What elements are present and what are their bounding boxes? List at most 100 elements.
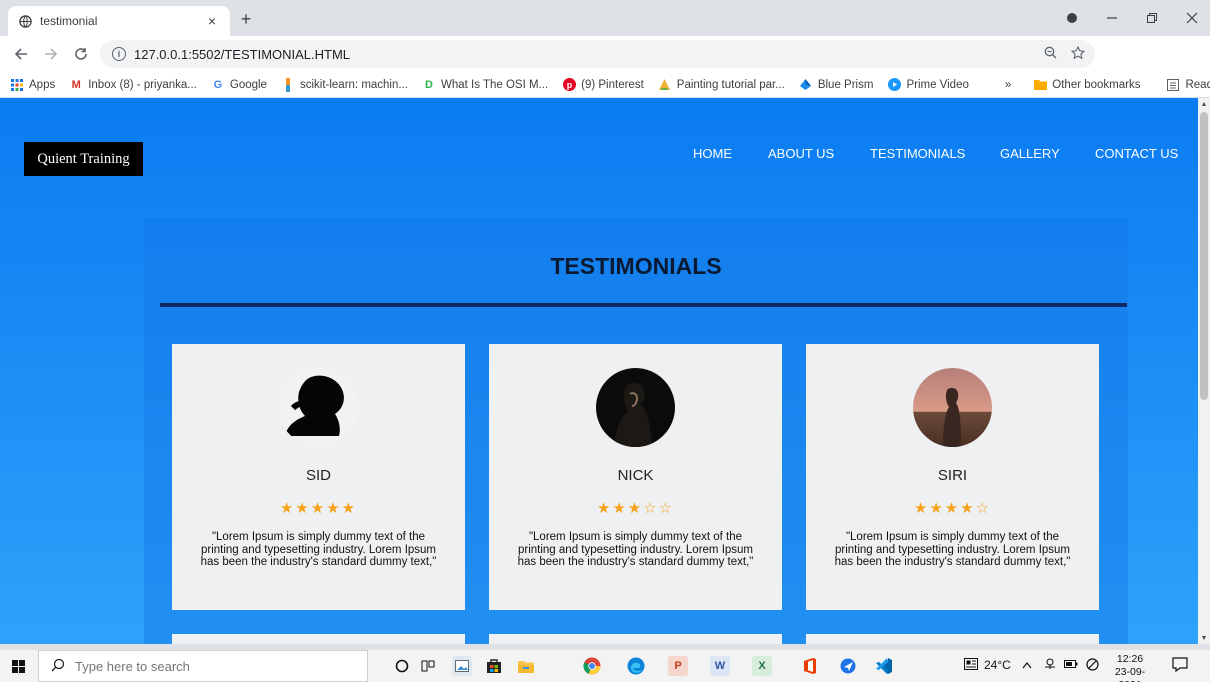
office-icon[interactable]: [800, 656, 820, 676]
back-arrow-icon[interactable]: [8, 41, 34, 67]
browser-tab[interactable]: testimonial ×: [8, 6, 230, 36]
gmail-icon: M: [71, 78, 81, 91]
clock-time: 12:26: [1116, 653, 1144, 665]
news-widget-icon[interactable]: [964, 658, 978, 673]
reload-icon[interactable]: [68, 41, 94, 67]
star-empty-icon: ☆☆: [643, 500, 675, 517]
avatar: [279, 368, 358, 447]
file-explorer-icon[interactable]: [516, 656, 536, 676]
reviewer-name: SID: [305, 467, 331, 484]
google-icon: G: [213, 78, 223, 91]
bookmarks-overflow-button[interactable]: »: [1005, 79, 1011, 91]
section-title: TESTIMONIALS: [550, 253, 722, 279]
word-icon[interactable]: W: [710, 656, 730, 676]
restore-icon[interactable]: [1138, 8, 1166, 28]
reading-list-button[interactable]: Reading list: [1166, 78, 1210, 92]
star-rating: ★★★★★: [172, 499, 465, 517]
browser-toolbar: i: [0, 36, 1210, 99]
tab-close-icon[interactable]: ×: [204, 13, 220, 29]
bookmark-label: What Is The OSI M...: [440, 78, 549, 91]
bookmark-scikit[interactable]: scikit-learn: machin...: [281, 77, 408, 92]
star-empty-icon: ☆: [975, 500, 992, 517]
nav-about-us[interactable]: ABOUT US: [768, 146, 834, 161]
bookmark-label: Blue Prism: [817, 78, 874, 91]
bookmark-star-icon[interactable]: [1070, 45, 1086, 63]
bookmark-google[interactable]: G Google: [211, 78, 267, 92]
page-viewport: Quient Training HOME ABOUT US TESTIMONIA…: [0, 98, 1198, 644]
taskbar-clock[interactable]: 12:26 23-09-2021: [1106, 653, 1154, 682]
photos-app-icon[interactable]: [452, 656, 472, 676]
spark-app-icon[interactable]: [838, 656, 858, 676]
star-rating: ★★★☆☆: [489, 499, 782, 517]
painting-icon: [658, 78, 672, 92]
bookmark-label: scikit-learn: machin...: [299, 78, 408, 91]
bookmark-painting[interactable]: Painting tutorial par...: [658, 78, 785, 92]
apps-grid-icon: [10, 78, 24, 92]
bookmark-pinterest[interactable]: p (9) Pinterest: [562, 78, 644, 92]
testimonial-quote: "Lorem Ipsum is simply dummy text of the…: [834, 531, 1071, 568]
forward-arrow-icon[interactable]: [38, 41, 64, 67]
site-info-icon[interactable]: i: [112, 47, 126, 61]
folder-icon: [1033, 78, 1047, 92]
notifications-icon[interactable]: [1172, 657, 1188, 675]
bookmark-label: Google: [229, 78, 267, 91]
page-scrollbar[interactable]: ▲ ▼: [1198, 98, 1210, 644]
other-bookmarks-folder[interactable]: Other bookmarks: [1033, 78, 1140, 92]
site-logo[interactable]: Quient Training: [24, 142, 143, 176]
close-window-icon[interactable]: [1178, 8, 1206, 28]
primevideo-icon: [887, 78, 901, 92]
bookmark-apps[interactable]: Apps: [10, 78, 55, 92]
scroll-up-arrow-icon[interactable]: ▲: [1198, 98, 1210, 110]
taskbar-search-input[interactable]: [75, 658, 335, 674]
testimonial-quote: "Lorem Ipsum is simply dummy text of the…: [200, 531, 437, 568]
store-app-icon[interactable]: [484, 656, 504, 676]
bookmark-blueprism[interactable]: Blue Prism: [799, 78, 874, 92]
vscode-icon[interactable]: [874, 656, 894, 676]
bookmark-label: (9) Pinterest: [581, 78, 644, 91]
new-tab-button[interactable]: +: [236, 9, 256, 30]
section-divider: [160, 303, 1127, 307]
nav-home[interactable]: HOME: [693, 146, 732, 161]
other-bookmarks-label: Other bookmarks: [1052, 78, 1141, 91]
url-input[interactable]: [134, 46, 934, 62]
tab-title: testimonial: [40, 14, 98, 28]
windows-taskbar: P W X 24°C 12:26 23-09-2021: [0, 650, 1210, 682]
avatar: [596, 368, 675, 447]
bookmark-inbox[interactable]: M Inbox (8) - priyanka...: [69, 78, 197, 92]
tray-chevron-icon[interactable]: [1022, 658, 1032, 672]
nav-contact-us[interactable]: CONTACT US: [1095, 146, 1178, 161]
weather-text[interactable]: 24°C: [984, 658, 1011, 672]
svg-text:p: p: [566, 80, 572, 90]
nav-gallery[interactable]: GALLERY: [1000, 146, 1060, 161]
testimonial-card-next: [806, 634, 1099, 644]
bookmark-osi[interactable]: D What Is The OSI M...: [422, 78, 548, 92]
reviewer-name: NICK: [617, 467, 654, 484]
bookmark-primevideo[interactable]: Prime Video: [887, 78, 969, 92]
edge-icon[interactable]: [626, 656, 646, 676]
zoom-icon[interactable]: [1044, 46, 1057, 63]
star-rating: ★★★★☆: [806, 499, 1099, 517]
onedrive-meet-icon[interactable]: [1044, 658, 1056, 673]
excel-icon[interactable]: X: [752, 656, 772, 676]
star-filled-icon: ★★★★★: [279, 500, 358, 517]
scrollbar-thumb[interactable]: [1200, 112, 1208, 400]
testimonial-card-siri: SIRI ★★★★☆ "Lorem Ipsum is simply dummy …: [806, 344, 1099, 610]
reading-list-icon: [1166, 78, 1180, 92]
nav-testimonials[interactable]: TESTIMONIALS: [870, 146, 965, 161]
address-bar[interactable]: i: [100, 40, 1095, 68]
powerpoint-icon[interactable]: P: [668, 656, 688, 676]
cortana-icon[interactable]: [392, 656, 412, 676]
scroll-down-arrow-icon[interactable]: ▼: [1198, 632, 1210, 644]
task-view-icon[interactable]: [418, 656, 438, 676]
network-off-icon[interactable]: [1086, 658, 1099, 674]
bookmark-label: Prime Video: [906, 78, 969, 91]
profile-record-icon[interactable]: [1058, 8, 1086, 28]
chrome-icon[interactable]: [582, 656, 602, 676]
testimonial-quote: "Lorem Ipsum is simply dummy text of the…: [517, 531, 754, 568]
windows-start-icon[interactable]: [12, 660, 25, 673]
blueprism-icon: [799, 78, 813, 92]
bookmark-label: Inbox (8) - priyanka...: [88, 78, 197, 91]
battery-icon[interactable]: [1064, 658, 1078, 672]
taskbar-search[interactable]: [38, 650, 368, 682]
minimize-icon[interactable]: [1098, 8, 1126, 28]
